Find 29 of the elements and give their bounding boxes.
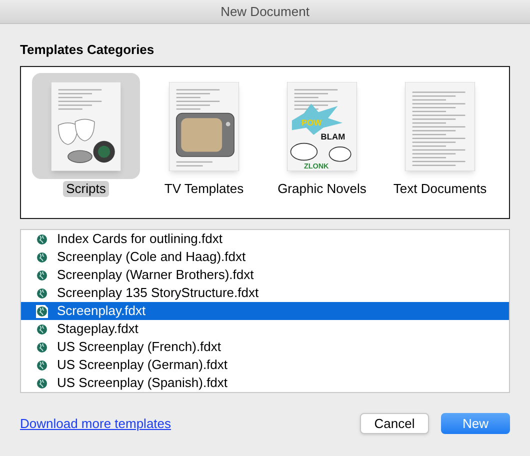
window-title: New Document [220,2,310,21]
template-row[interactable]: US Screenplay (French).fdxt [21,338,509,356]
download-link[interactable]: Download more templates [20,414,172,434]
globe-document-icon [36,232,48,246]
template-row[interactable]: US Screenplay (German).fdxt [21,356,509,374]
category-label: Graphic Novels [276,181,368,197]
category-tile[interactable] [32,73,140,179]
category-label: Text Documents [392,181,488,197]
template-row[interactable]: Screenplay.fdxt [21,302,509,320]
template-row[interactable]: Screenplay 135 StoryStructure.fdxt [21,284,509,302]
globe-document-icon [36,376,48,390]
comic-speech-bubbles-drawing: POW BLAM ZLONK [287,82,357,170]
globe-document-icon [36,358,48,372]
category-label: TV Templates [163,181,245,197]
section-heading: Templates Categories [20,42,156,58]
globe-document-icon [36,322,48,336]
globe-document-icon [36,304,48,318]
template-row[interactable]: Screenplay (Cole and Haag).fdxt [21,248,509,266]
template-row[interactable]: Stageplay.fdxt [21,320,509,338]
globe-document-icon [36,268,48,282]
template-row[interactable]: Index Cards for outlining.fdxt [21,230,509,248]
category-tile[interactable]: POW BLAM ZLONK [268,73,376,179]
template-row[interactable]: US Screenplay (Spanish).fdxt [21,374,509,392]
globe-document-icon [36,340,48,354]
globe-document-icon [36,250,48,264]
cancel-button[interactable]: Cancel [360,413,429,434]
category-label: Scripts [63,181,109,197]
template-row[interactable]: Screenplay (Warner Brothers).fdxt [21,266,509,284]
globe-document-icon [36,286,48,300]
